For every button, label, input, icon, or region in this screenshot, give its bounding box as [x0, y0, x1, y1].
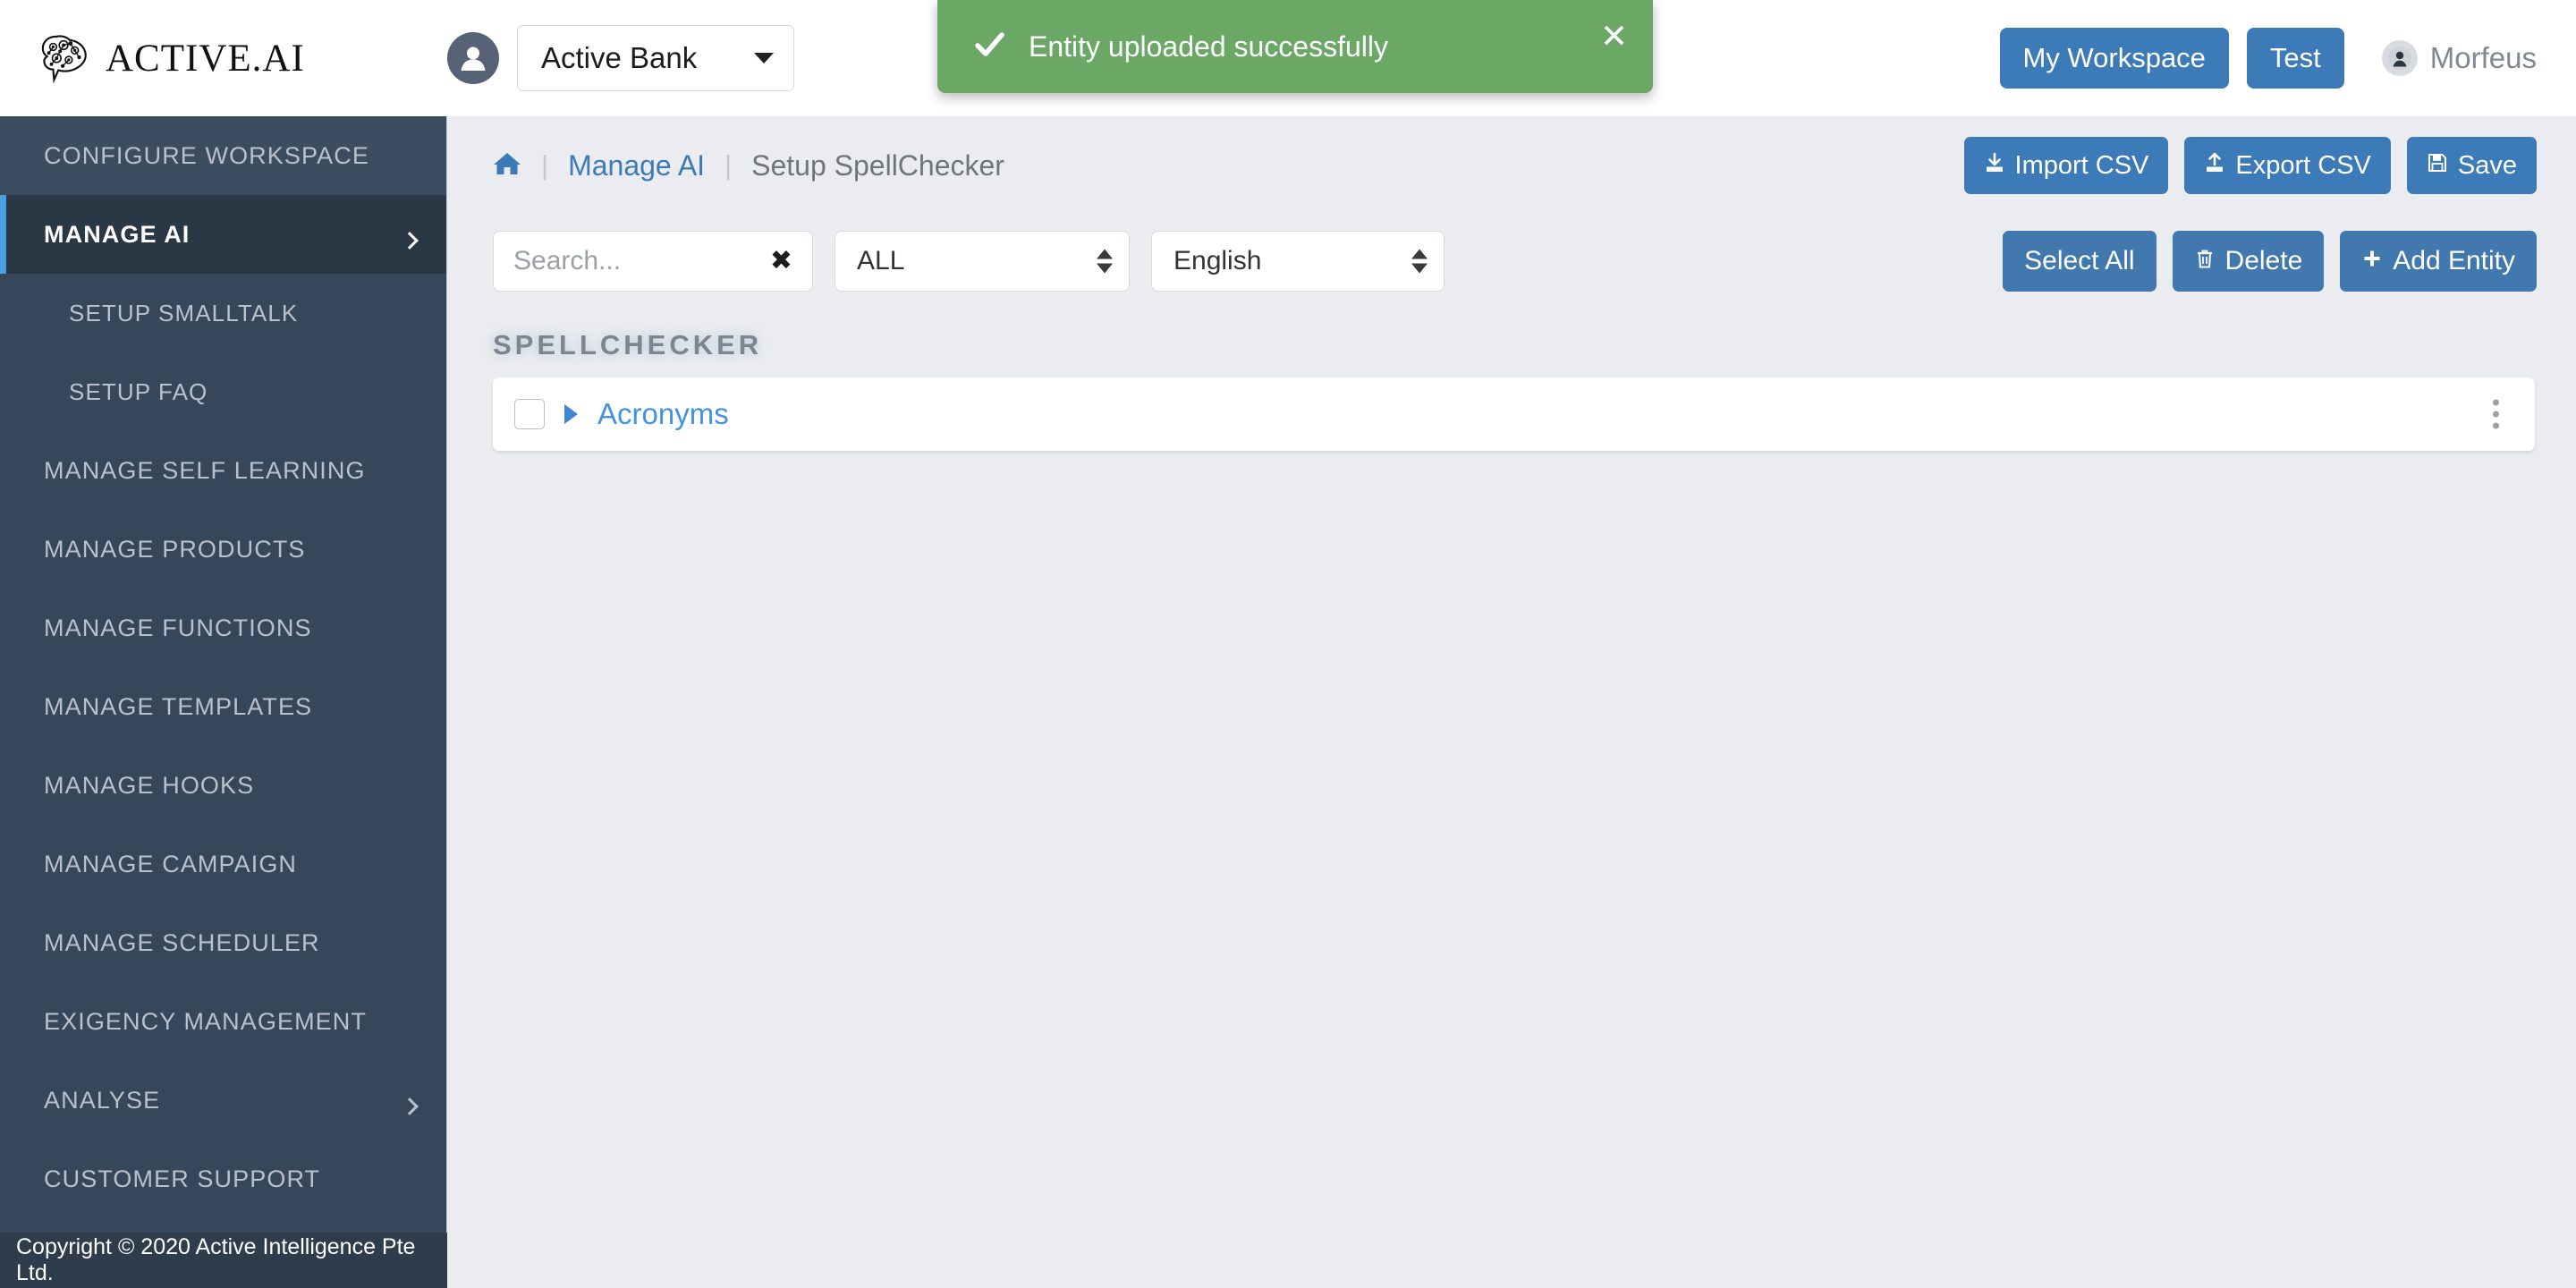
- sidebar: CONFIGURE WORKSPACE MANAGE AI SETUP SMAL…: [0, 116, 447, 1288]
- page-actions: Import CSV Export CSV Save: [1963, 137, 2537, 194]
- breadcrumb-link-manage-ai[interactable]: Manage AI: [568, 149, 705, 182]
- sidebar-item-analyse[interactable]: ANALYSE: [0, 1061, 446, 1140]
- updown-spinner-icon: [1411, 249, 1428, 274]
- sidebar-item-label: SETUP SMALLTALK: [69, 299, 299, 326]
- sidebar-item-manage-templates[interactable]: MANAGE TEMPLATES: [0, 667, 446, 746]
- brain-icon: [38, 31, 93, 85]
- trash-icon: [2194, 246, 2216, 276]
- sidebar-item-label: MANAGE HOOKS: [44, 771, 255, 799]
- sidebar-item-label: MANAGE SELF LEARNING: [44, 456, 366, 484]
- language-filter-value: English: [1174, 246, 1262, 275]
- list-actions: Select All Delete Add Entity: [2003, 231, 2537, 292]
- sidebar-item-label: CONFIGURE WORKSPACE: [44, 141, 369, 169]
- add-entity-button[interactable]: Add Entity: [2340, 231, 2537, 292]
- sidebar-item-manage-self-learning[interactable]: MANAGE SELF LEARNING: [0, 431, 446, 510]
- sidebar-item-manage-functions[interactable]: MANAGE FUNCTIONS: [0, 589, 446, 667]
- type-filter-value: ALL: [857, 246, 905, 275]
- breadcrumb-bar: | Manage AI | Setup SpellChecker Import …: [448, 116, 2576, 215]
- table-row[interactable]: Acronyms: [493, 377, 2535, 451]
- add-entity-label: Add Entity: [2393, 246, 2515, 275]
- sidebar-item-manage-products[interactable]: MANAGE PRODUCTS: [0, 510, 446, 589]
- sidebar-item-exigency-management[interactable]: EXIGENCY MANAGEMENT: [0, 982, 446, 1061]
- brand: ACTIVE.AI: [38, 31, 447, 85]
- sidebar-item-label: MANAGE PRODUCTS: [44, 535, 306, 563]
- section-title: SPELLCHECKER: [493, 329, 763, 360]
- upload-icon: [2204, 151, 2225, 181]
- home-icon[interactable]: [493, 151, 521, 181]
- sidebar-item-label: CUSTOMER SUPPORT: [44, 1165, 321, 1192]
- sidebar-item-label: MANAGE FUNCTIONS: [44, 614, 312, 641]
- sidebar-item-setup-smalltalk[interactable]: SETUP SMALLTALK: [0, 274, 446, 352]
- check-icon: [973, 29, 1005, 65]
- filter-bar: ✖ ALL English Select All: [448, 215, 2576, 308]
- sidebar-item-label: SETUP FAQ: [69, 377, 208, 405]
- toast-message: Entity uploaded successfully: [1029, 30, 1388, 63]
- success-toast: Entity uploaded successfully ✕: [937, 0, 1653, 93]
- breadcrumb-separator: |: [541, 149, 549, 181]
- sidebar-item-label: MANAGE SCHEDULER: [44, 928, 320, 956]
- type-filter-select[interactable]: ALL: [835, 231, 1130, 292]
- user-circle-icon: [2381, 40, 2418, 76]
- sidebar-item-configure-workspace[interactable]: CONFIGURE WORKSPACE: [0, 116, 446, 195]
- search-input[interactable]: [513, 246, 767, 276]
- caret-down-icon: [754, 53, 774, 64]
- import-csv-label: Import CSV: [2014, 150, 2149, 180]
- sidebar-item-label: MANAGE TEMPLATES: [44, 692, 313, 720]
- copyright-text: Copyright © 2020 Active Intelligence Pte…: [16, 1234, 416, 1285]
- org-select[interactable]: Active Bank: [517, 25, 794, 91]
- plus-icon: [2361, 246, 2383, 276]
- brand-name: ACTIVE.AI: [106, 37, 305, 80]
- entity-list: Acronyms: [493, 377, 2535, 451]
- clear-icon[interactable]: ✖: [767, 248, 796, 275]
- sidebar-footer: Copyright © 2020 Active Intelligence Pte…: [0, 1233, 447, 1288]
- user-avatar-icon: [447, 32, 499, 84]
- sidebar-item-label: ANALYSE: [44, 1086, 161, 1114]
- row-checkbox[interactable]: [514, 399, 545, 429]
- breadcrumb-separator: |: [724, 149, 733, 181]
- save-button[interactable]: Save: [2406, 137, 2537, 194]
- sidebar-item-manage-campaign[interactable]: MANAGE CAMPAIGN: [0, 825, 446, 903]
- org-select-label: Active Bank: [541, 41, 698, 74]
- floppy-disk-icon: [2427, 151, 2448, 181]
- select-all-button[interactable]: Select All: [2003, 231, 2157, 292]
- sidebar-item-label: EXIGENCY MANAGEMENT: [44, 1007, 367, 1035]
- header-actions: My Workspace Test Morfeus: [1999, 0, 2537, 116]
- export-csv-button[interactable]: Export CSV: [2184, 137, 2391, 194]
- test-button[interactable]: Test: [2246, 28, 2344, 89]
- sidebar-item-customer-support[interactable]: CUSTOMER SUPPORT: [0, 1140, 446, 1218]
- kebab-menu-icon[interactable]: [2489, 396, 2503, 433]
- save-label: Save: [2457, 150, 2517, 180]
- org-switcher[interactable]: Active Bank: [447, 25, 794, 91]
- sidebar-item-label: MANAGE AI: [44, 220, 191, 248]
- my-workspace-button[interactable]: My Workspace: [1999, 28, 2229, 89]
- export-csv-label: Export CSV: [2235, 150, 2371, 180]
- entity-name-link[interactable]: Acronyms: [597, 397, 729, 431]
- sidebar-item-manage-scheduler[interactable]: MANAGE SCHEDULER: [0, 903, 446, 982]
- breadcrumb-current: Setup SpellChecker: [751, 148, 1004, 182]
- user-menu[interactable]: Morfeus: [2381, 40, 2537, 76]
- sidebar-item-manage-hooks[interactable]: MANAGE HOOKS: [0, 746, 446, 825]
- updown-spinner-icon: [1097, 249, 1113, 274]
- sidebar-item-manage-ai[interactable]: MANAGE AI: [0, 195, 446, 274]
- search-field[interactable]: ✖: [493, 231, 813, 292]
- delete-button[interactable]: Delete: [2172, 231, 2325, 292]
- caret-right-icon[interactable]: [564, 404, 578, 424]
- download-icon: [1984, 151, 2005, 181]
- close-icon[interactable]: ✕: [1600, 20, 1628, 53]
- import-csv-button[interactable]: Import CSV: [1963, 137, 2169, 194]
- sidebar-item-setup-faq[interactable]: SETUP FAQ: [0, 352, 446, 431]
- user-name: Morfeus: [2429, 41, 2537, 74]
- language-filter-select[interactable]: English: [1151, 231, 1445, 292]
- sidebar-item-label: MANAGE CAMPAIGN: [44, 850, 298, 877]
- main-content: | Manage AI | Setup SpellChecker Import …: [448, 116, 2576, 1288]
- delete-label: Delete: [2224, 246, 2303, 275]
